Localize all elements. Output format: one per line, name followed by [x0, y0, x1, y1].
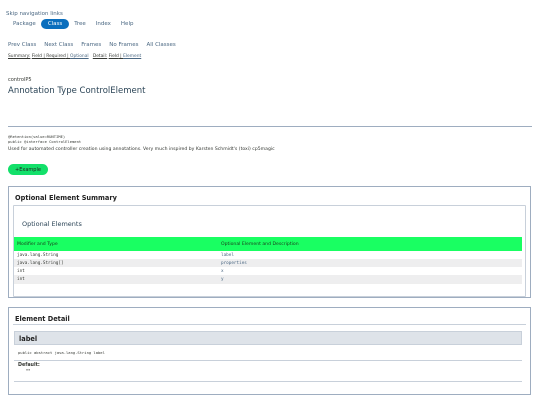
table-header: Modifier and Type Optional Element and D…	[14, 237, 522, 251]
default-value: ""	[26, 370, 31, 375]
all-classes-link[interactable]: All Classes	[147, 42, 176, 48]
nav-tree[interactable]: Tree	[69, 21, 90, 27]
nav-class[interactable]: Class	[40, 19, 70, 29]
default-label: Default:	[18, 363, 40, 368]
row-element-link[interactable]: y	[221, 277, 224, 282]
row-element-link[interactable]: properties	[221, 261, 247, 266]
row-type: int	[17, 276, 25, 282]
top-navigation: Package Class Tree Index Help	[8, 19, 138, 29]
row-element-link[interactable]: x	[221, 269, 224, 274]
summary-field: Field	[31, 54, 42, 59]
table-row: int y	[14, 275, 522, 284]
nav-help[interactable]: Help	[116, 21, 139, 27]
prev-class-link[interactable]: Prev Class	[8, 42, 36, 48]
section-heading: Optional Element Summary	[15, 194, 117, 202]
column-header-element: Optional Element and Description	[221, 242, 299, 247]
element-detail-section: Element Detail label public abstract jav…	[8, 307, 531, 395]
no-frames-link[interactable]: No Frames	[109, 42, 138, 48]
next-class-link[interactable]: Next Class	[44, 42, 73, 48]
skip-navigation-link[interactable]: Skip navigation links	[6, 11, 63, 17]
row-type: java.lang.String[]	[17, 260, 64, 266]
summary-detail-bar: Summary: Field | Required | Optional Det…	[8, 54, 142, 59]
detail-separator	[13, 324, 526, 325]
nav-package[interactable]: Package	[8, 21, 41, 27]
row-element-link[interactable]: label	[221, 253, 234, 258]
column-header-type: Modifier and Type	[17, 242, 58, 247]
optional-elements-caption: Optional Elements	[22, 220, 82, 228]
detail-field: Field	[108, 54, 119, 59]
nav-index[interactable]: Index	[91, 21, 116, 27]
detail-element-link[interactable]: Element	[123, 54, 141, 59]
sub-navigation: Prev Class Next Class Frames No Frames A…	[8, 42, 176, 48]
section-heading: Element Detail	[15, 315, 70, 323]
summary-label: Summary:	[8, 54, 31, 59]
element-signature: public abstract java.lang.String label	[18, 350, 105, 355]
element-name: label	[19, 335, 38, 343]
example-toggle-button[interactable]: +Example	[8, 164, 48, 175]
divider	[8, 126, 532, 127]
element-detail-header: label	[14, 331, 522, 345]
row-type: int	[17, 268, 25, 274]
annotation-declaration: @Retention(value=RUNTIME) public @interf…	[8, 134, 82, 144]
detail-end-divider	[14, 381, 522, 382]
row-type: java.lang.String	[17, 252, 59, 258]
description-text: Used for automated controller creation u…	[8, 147, 275, 152]
signature-divider	[14, 360, 522, 361]
page-title: Annotation Type ControlElement	[8, 86, 146, 96]
summary-optional-link[interactable]: Optional	[70, 54, 89, 59]
summary-required: Required	[46, 54, 66, 59]
detail-label: Detail:	[92, 54, 108, 59]
optional-element-summary-section: Optional Element Summary Optional Elemen…	[8, 186, 531, 298]
frames-link[interactable]: Frames	[81, 42, 101, 48]
package-name: controlP5	[8, 77, 32, 83]
